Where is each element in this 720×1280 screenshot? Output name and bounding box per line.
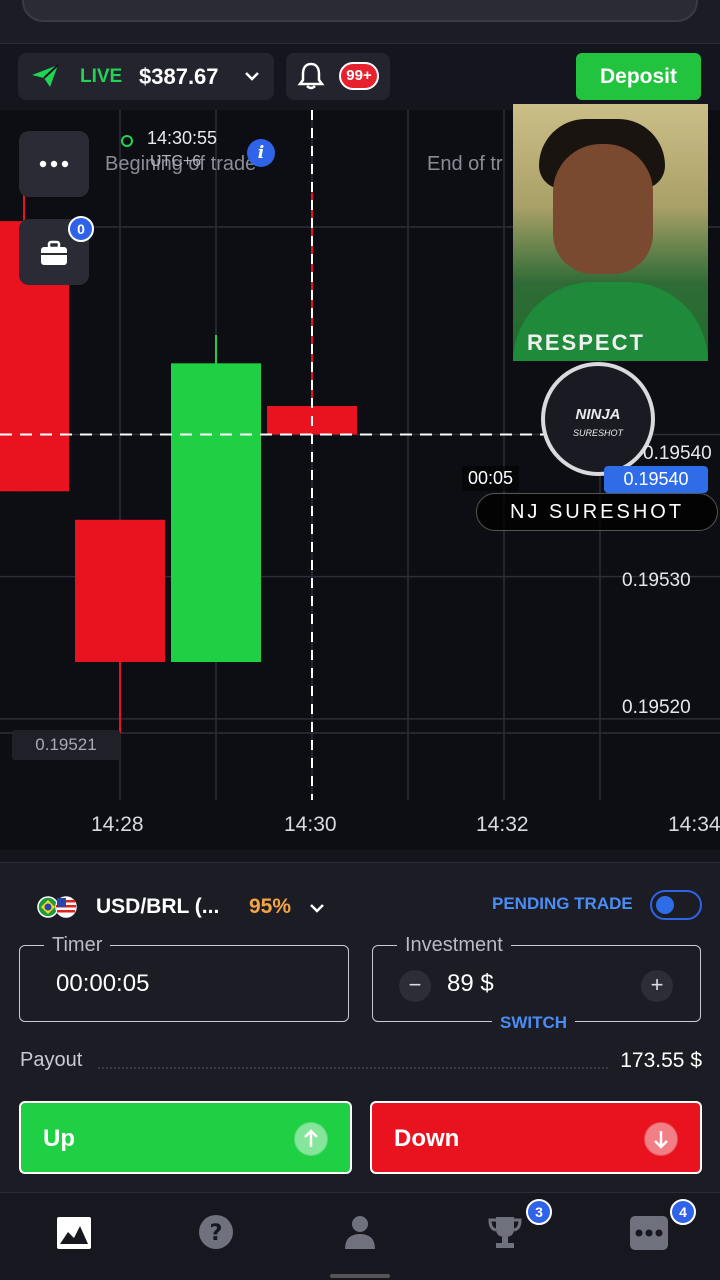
bell-icon bbox=[297, 62, 325, 90]
down-button[interactable]: Down bbox=[370, 1101, 702, 1174]
payout-divider bbox=[98, 1067, 608, 1069]
briefcase-icon bbox=[41, 240, 67, 265]
webcam-shirt-text: RESPECT bbox=[527, 330, 645, 355]
expiry-countdown: 00:05 bbox=[462, 466, 520, 491]
paper-plane-icon bbox=[32, 64, 59, 87]
tournaments-badge: 3 bbox=[526, 1199, 552, 1225]
current-time: 14:30:55 bbox=[147, 128, 218, 148]
payout-label: Payout bbox=[20, 1049, 83, 1071]
payout-row: Payout 173.55 $ bbox=[20, 1049, 702, 1075]
candle-down bbox=[75, 519, 165, 662]
pending-trade-toggle[interactable] bbox=[650, 890, 702, 920]
search-bar[interactable] bbox=[22, 0, 698, 22]
pending-trade-label: PENDING TRADE bbox=[492, 894, 633, 913]
home-indicator bbox=[330, 1274, 390, 1278]
nav-chart[interactable] bbox=[54, 1213, 98, 1253]
top-search-strip bbox=[0, 0, 720, 44]
trophy-icon bbox=[488, 1217, 522, 1248]
timer-label: Timer bbox=[44, 934, 111, 957]
timezone-label: UTC+6 bbox=[150, 153, 202, 170]
chevron-down-icon bbox=[310, 904, 324, 913]
clock-icon bbox=[121, 135, 133, 147]
switch-currency-button[interactable]: SWITCH bbox=[492, 1013, 576, 1033]
asset-payout-percent: 95% bbox=[249, 895, 292, 918]
more-icon bbox=[630, 1216, 668, 1250]
nav-help[interactable]: ? bbox=[197, 1213, 241, 1253]
notifications-button[interactable]: 99+ bbox=[286, 53, 390, 100]
nav-more[interactable]: 4 bbox=[630, 1199, 696, 1253]
increase-investment-button[interactable]: + bbox=[641, 970, 673, 1002]
toggle-knob bbox=[656, 896, 674, 914]
open-trades-button[interactable]: 0 bbox=[19, 216, 94, 285]
more-badge: 4 bbox=[670, 1199, 696, 1225]
timer-field[interactable]: Timer 00:00:05 bbox=[19, 934, 349, 1022]
price-axis-label: 0.19530 bbox=[622, 570, 691, 591]
up-button[interactable]: Up bbox=[19, 1101, 352, 1174]
nav-profile[interactable] bbox=[341, 1213, 385, 1253]
timer-value: 00:00:05 bbox=[56, 970, 150, 997]
ninja-emblem-logo: NINJA SURESHOT bbox=[541, 362, 655, 476]
nav-tournaments[interactable]: 3 bbox=[486, 1199, 552, 1253]
svg-text:?: ? bbox=[210, 1221, 223, 1246]
decrease-investment-button[interactable]: − bbox=[399, 970, 431, 1002]
webcam-overlay: RESPECT bbox=[513, 104, 708, 361]
emblem-text: NINJA bbox=[575, 406, 621, 423]
help-icon: ? bbox=[199, 1215, 233, 1249]
time-tick: 14:34 bbox=[668, 813, 720, 836]
chart-image-icon bbox=[57, 1217, 91, 1249]
account-selector[interactable]: LIVE $387.67 bbox=[18, 53, 274, 100]
arrow-down-icon bbox=[644, 1122, 678, 1156]
price-axis-label: 0.19520 bbox=[622, 697, 691, 718]
time-tick: 14:28 bbox=[91, 813, 144, 836]
low-price-label: 0.19521 bbox=[12, 730, 120, 760]
info-icon[interactable]: i bbox=[247, 139, 275, 167]
emblem-subtext: SURESHOT bbox=[572, 428, 623, 438]
up-label: Up bbox=[43, 1125, 75, 1152]
investment-label: Investment bbox=[397, 934, 511, 957]
webcam-face bbox=[553, 144, 653, 274]
down-label: Down bbox=[394, 1125, 460, 1152]
trade-end-label: End of tr bbox=[427, 153, 503, 175]
chevron-down-icon bbox=[245, 72, 259, 81]
deposit-button[interactable]: Deposit bbox=[576, 53, 701, 100]
currency-flags-icon bbox=[37, 896, 77, 918]
ellipsis-icon bbox=[39, 160, 69, 168]
chart-more-button[interactable] bbox=[19, 131, 89, 197]
account-balance: $387.67 bbox=[139, 64, 219, 89]
account-mode: LIVE bbox=[80, 66, 123, 87]
payout-amount: 173.55 $ bbox=[620, 1049, 702, 1072]
current-price-badge: 0.19540 bbox=[604, 466, 708, 493]
time-tick: 14:30 bbox=[284, 813, 337, 836]
open-trades-count: 0 bbox=[68, 216, 94, 242]
user-icon bbox=[345, 1216, 375, 1249]
arrow-up-icon bbox=[294, 1122, 328, 1156]
price-axis-label: 0.19540 bbox=[643, 443, 712, 464]
notifications-badge: 99+ bbox=[339, 62, 379, 90]
investment-value: 89 $ bbox=[447, 970, 494, 997]
investment-field[interactable]: Investment − 89 $ + bbox=[372, 934, 701, 1022]
nj-sureshot-label: NJ SURESHOT bbox=[476, 493, 718, 531]
asset-name: USD/BRL (... bbox=[96, 895, 220, 918]
time-tick: 14:32 bbox=[476, 813, 529, 836]
candle-up bbox=[171, 363, 261, 662]
